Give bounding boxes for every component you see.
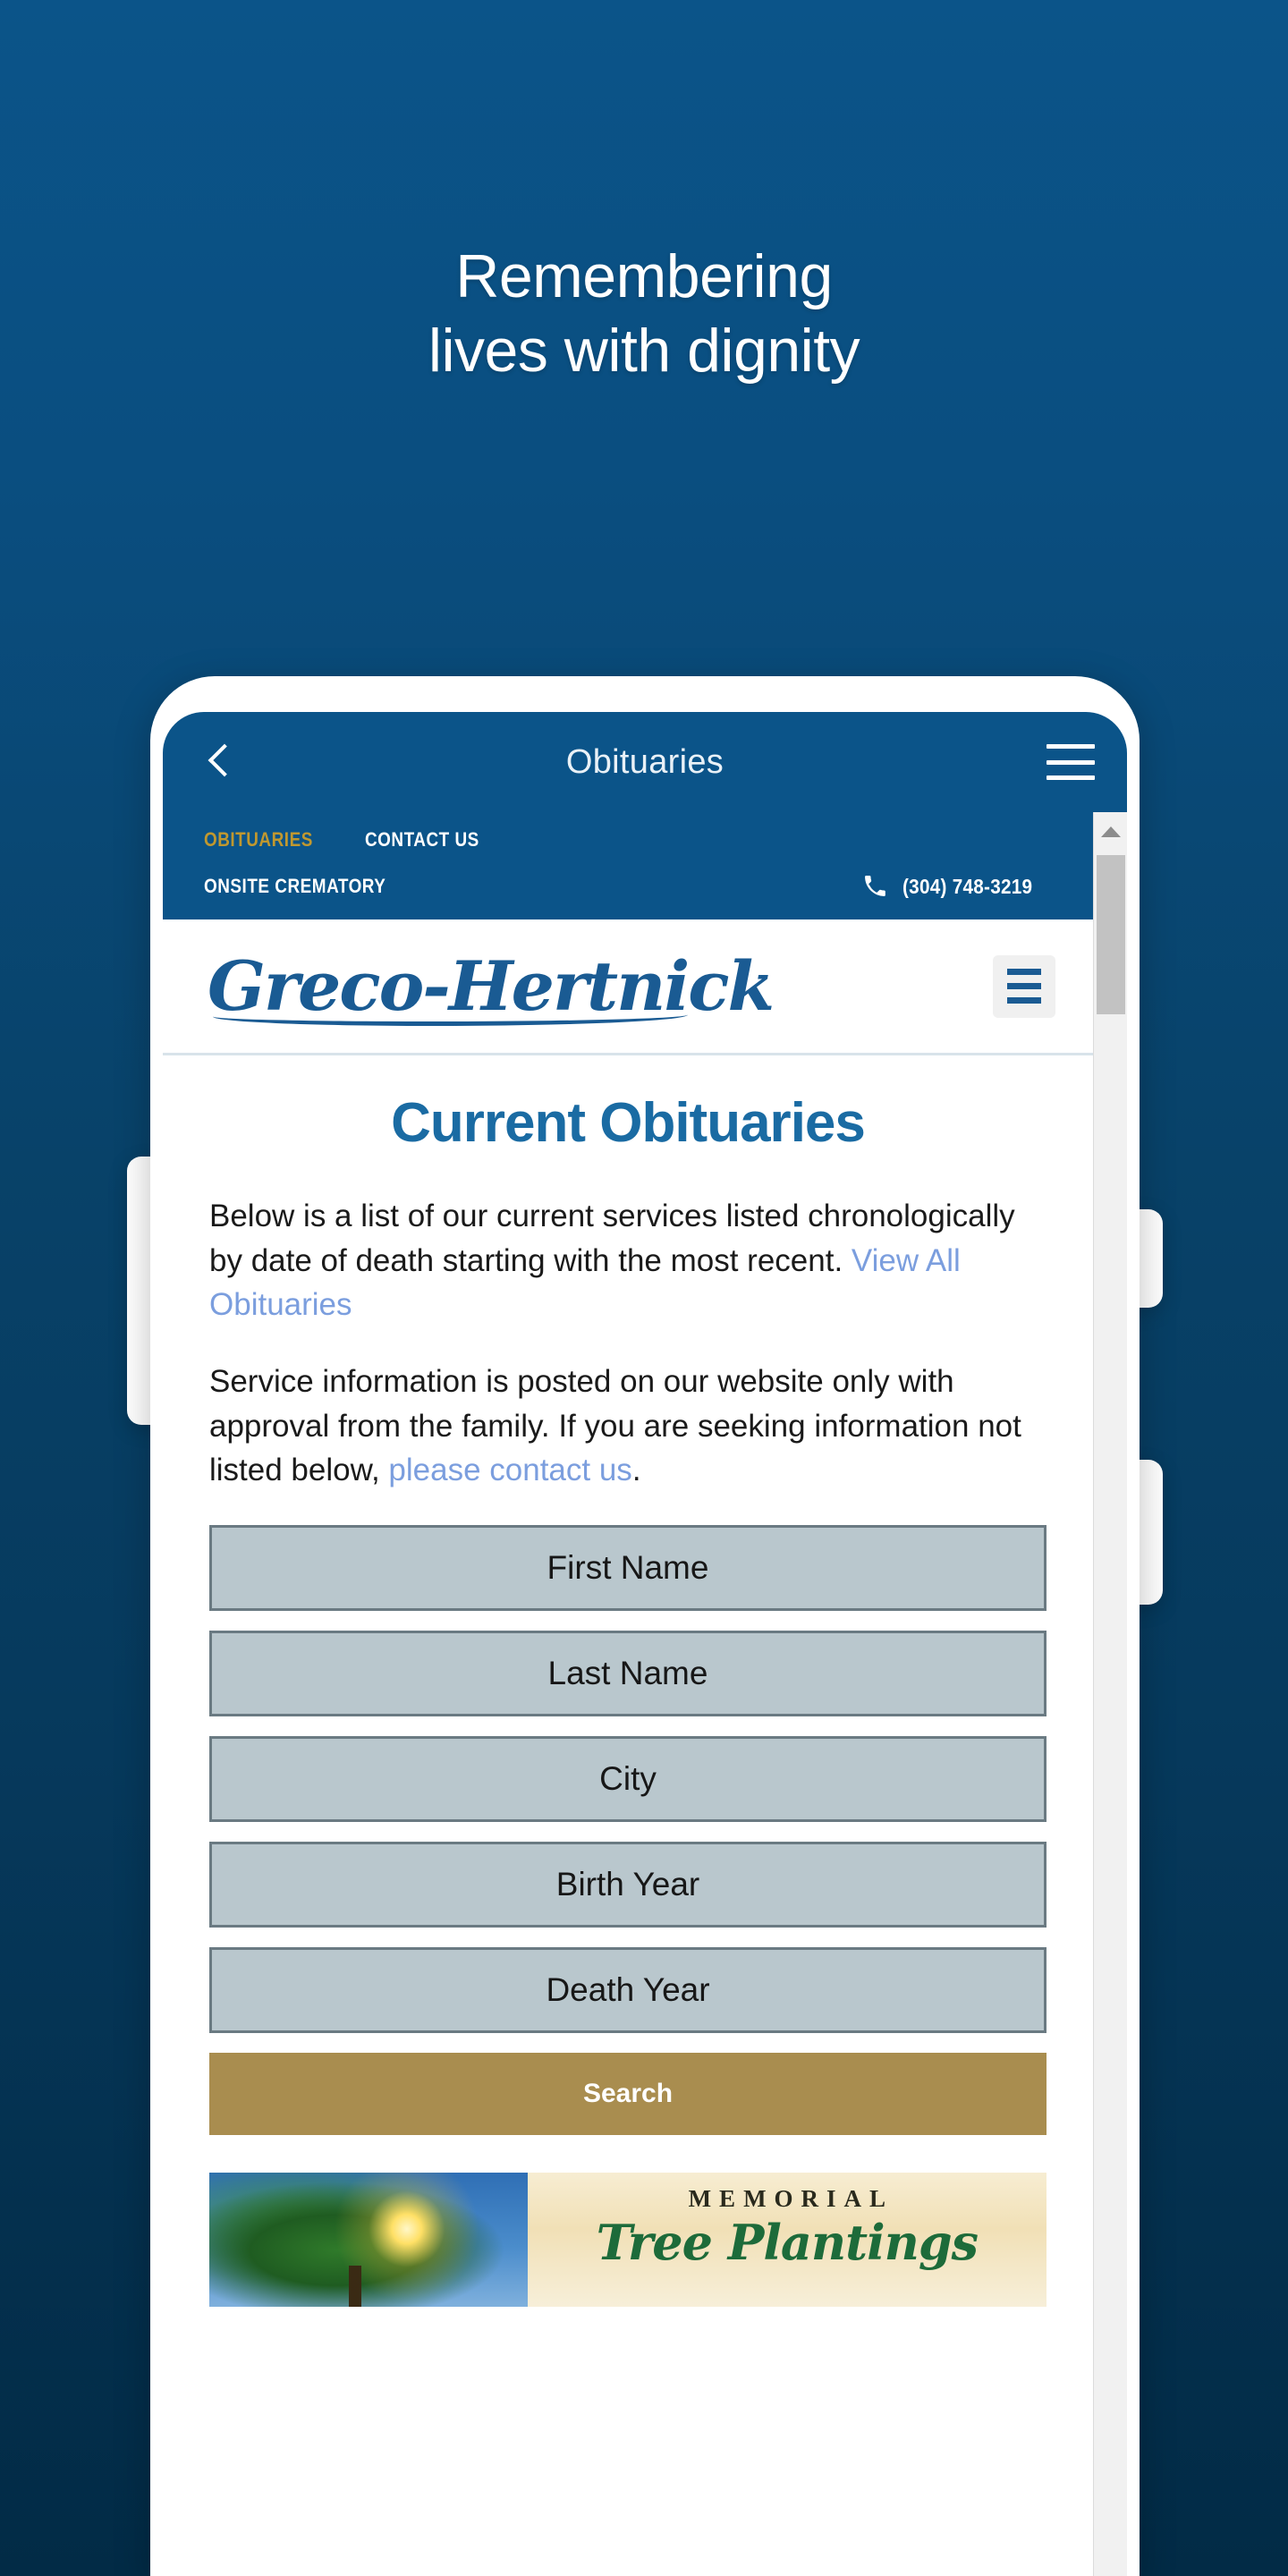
hero-headline-line2: lives with dignity xyxy=(428,316,860,385)
phone-mockup-frame: Obituaries OBITUARIES CONTACT US ONSITE … xyxy=(150,676,1140,2576)
site-hamburger-icon[interactable] xyxy=(993,954,1055,1018)
memorial-tree-plantings-banner[interactable]: MEMORIAL Tree Plantings xyxy=(209,2173,1046,2308)
hero-headline-line1: Remembering xyxy=(455,242,833,310)
search-input-city[interactable]: City xyxy=(209,1736,1046,1823)
intro-paragraph-1: Below is a list of our current services … xyxy=(209,1194,1046,1327)
chevron-left-icon[interactable] xyxy=(195,738,243,786)
hamburger-bar xyxy=(1007,997,1041,1004)
phone-number[interactable]: (304) 748-3219 xyxy=(902,875,1032,899)
obituary-search-form: First Name Last Name City Birth Year Dea… xyxy=(209,1525,1046,2136)
search-button[interactable]: Search xyxy=(209,2053,1046,2136)
site-logo[interactable]: Greco-Hertnick xyxy=(208,952,775,1026)
intro-paragraph-2-tail: . xyxy=(631,1453,641,1488)
site-utility-secondary: ONSITE CREMATORY (304) 748-3219 xyxy=(204,873,1052,900)
search-input-last-name[interactable]: Last Name xyxy=(209,1631,1046,1717)
hero-headline: Remembering lives with dignity xyxy=(0,240,1288,388)
banner-eyebrow: MEMORIAL xyxy=(688,2185,894,2213)
nav-link-obituaries[interactable]: OBITUARIES xyxy=(204,828,313,852)
nav-link-onsite-crematory[interactable]: ONSITE CREMATORY xyxy=(204,875,386,898)
phone-icon xyxy=(863,873,886,900)
search-input-first-name[interactable]: First Name xyxy=(209,1525,1046,1612)
webview-scrollbar[interactable] xyxy=(1093,812,1127,2576)
hamburger-bar xyxy=(1046,744,1095,749)
banner-text-panel: MEMORIAL Tree Plantings xyxy=(527,2173,1046,2308)
search-input-birth-year[interactable]: Birth Year xyxy=(209,1842,1046,1928)
phone-screen: Obituaries OBITUARIES CONTACT US ONSITE … xyxy=(163,712,1127,2576)
search-input-death-year[interactable]: Death Year xyxy=(209,1947,1046,2034)
scrollbar-thumb[interactable] xyxy=(1097,855,1125,1014)
hamburger-bar xyxy=(1046,759,1095,765)
embedded-webview: OBITUARIES CONTACT US ONSITE CREMATORY (… xyxy=(163,812,1127,2576)
contact-us-link[interactable]: please contact us xyxy=(388,1453,631,1487)
phone-contact-group[interactable]: (304) 748-3219 xyxy=(863,873,1046,900)
website-content: OBITUARIES CONTACT US ONSITE CREMATORY (… xyxy=(163,812,1093,2576)
tree-with-sunburst-photo xyxy=(209,2173,528,2308)
hamburger-bar xyxy=(1007,969,1041,975)
nav-link-contact-us[interactable]: CONTACT US xyxy=(365,828,479,852)
app-bar-title: Obituaries xyxy=(565,742,724,781)
site-utility-links: OBITUARIES CONTACT US xyxy=(204,828,1052,852)
triangle-up-icon[interactable] xyxy=(1094,812,1127,852)
intro-paragraph-2: Service information is posted on our web… xyxy=(209,1360,1046,1493)
banner-title: Tree Plantings xyxy=(596,2214,979,2272)
page-title: Current Obituaries xyxy=(391,1092,866,1154)
hamburger-icon[interactable] xyxy=(1046,744,1095,780)
site-header: Greco-Hertnick xyxy=(163,919,1093,1055)
hamburger-bar xyxy=(1046,775,1095,780)
hamburger-bar xyxy=(1007,983,1041,989)
site-utility-bar: OBITUARIES CONTACT US ONSITE CREMATORY (… xyxy=(163,812,1093,919)
page-body: Current Obituaries Below is a list of ou… xyxy=(163,1055,1093,2308)
app-bar: Obituaries xyxy=(163,712,1127,812)
